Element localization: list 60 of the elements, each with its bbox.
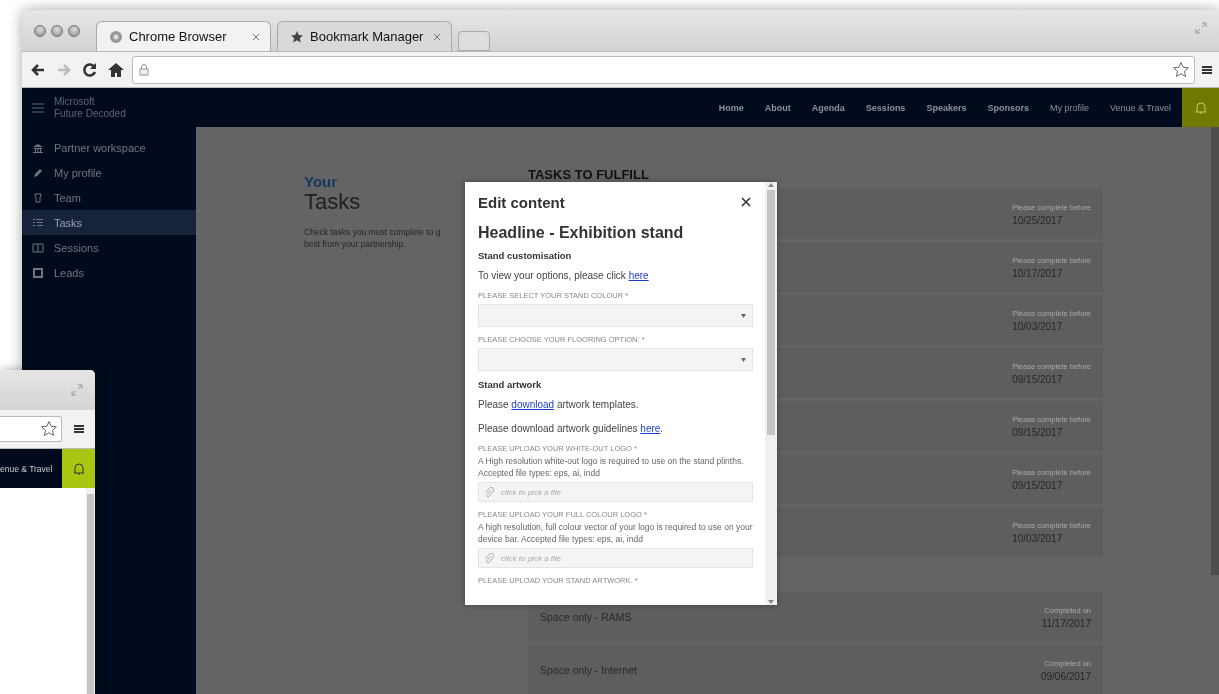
nav-link[interactable]: About: [764, 102, 791, 113]
nav-link[interactable]: Speakers: [926, 102, 967, 113]
sidebar-icon: [32, 216, 44, 229]
menu-icon[interactable]: [72, 422, 85, 435]
dropdown-field[interactable]: [478, 348, 753, 371]
address-bar[interactable]: [0, 415, 62, 442]
due-date: 10/03/2017: [1012, 320, 1064, 332]
sidebar-icon: [32, 141, 44, 154]
minimize-window-button[interactable]: [51, 24, 63, 37]
section-title: TASKS TO FULFILL: [528, 167, 649, 184]
fullscreen-icon[interactable]: [71, 383, 83, 396]
scrollbar-thumb[interactable]: [87, 494, 94, 694]
site-logo-text: Microsoft: [54, 95, 96, 108]
close-icon[interactable]: [739, 195, 753, 209]
sidebar-item[interactable]: Team: [22, 185, 196, 210]
menu-icon[interactable]: [1201, 63, 1213, 76]
page-title: Tasks: [304, 190, 361, 214]
site-logo-text: Future Decoded: [54, 107, 126, 120]
sidebar-item[interactable]: Tasks: [22, 210, 196, 235]
sidebar-item[interactable]: Sessions: [22, 235, 196, 260]
hamburger-menu-icon[interactable]: [32, 102, 44, 113]
browser-tab[interactable]: Chrome Browser: [96, 21, 271, 51]
dropdown-caret-icon: [741, 313, 746, 318]
dropdown-caret-icon: [741, 357, 746, 362]
sidebar-item[interactable]: Partner workspace: [22, 135, 196, 160]
sidebar-icon: [32, 241, 44, 254]
sidebar-item[interactable]: My profile: [22, 160, 196, 185]
scrollbar-thumb[interactable]: [767, 190, 775, 435]
nav-link[interactable]: Venue & Travel: [1109, 102, 1171, 113]
nav-link[interactable]: Agenda: [811, 102, 845, 113]
sidebar-icon: [32, 266, 44, 279]
nav-link[interactable]: Sessions: [865, 102, 906, 113]
close-window-button[interactable]: [34, 24, 46, 37]
page-kicker: Your: [304, 174, 338, 190]
due-date: 10/03/2017: [1012, 532, 1064, 544]
lock-icon: [139, 63, 149, 76]
star-icon: [290, 29, 304, 44]
zoom-window-button[interactable]: [68, 24, 80, 37]
dropdown-field[interactable]: [478, 304, 753, 327]
text-link[interactable]: here: [628, 270, 649, 281]
browser-tab[interactable]: Bookmark Manager: [277, 21, 452, 51]
file-picker-field[interactable]: click to pick a file: [478, 548, 753, 568]
sidebar-icon: [32, 191, 44, 204]
paperclip-icon: [484, 487, 494, 498]
sidebar-item[interactable]: Leads: [22, 260, 196, 285]
bookmark-star-icon[interactable]: [1172, 60, 1190, 79]
fullscreen-icon[interactable]: [1195, 22, 1207, 34]
bookmark-star-icon[interactable]: [40, 419, 58, 438]
bell-icon[interactable]: [72, 462, 85, 475]
nav-link[interactable]: enue & Travel: [0, 463, 62, 474]
nav-link[interactable]: Sponsors: [987, 102, 1029, 113]
scrollbar-thumb[interactable]: [1211, 127, 1219, 575]
paperclip-icon: [484, 553, 494, 564]
nav-link[interactable]: My profile: [1049, 102, 1089, 113]
sidebar-icon: [32, 166, 44, 179]
new-tab-button[interactable]: [458, 31, 490, 51]
scroll-down-icon[interactable]: [768, 599, 774, 605]
file-picker-field[interactable]: click to pick a file: [478, 482, 753, 502]
nav-link[interactable]: Home: [718, 102, 744, 113]
notifications-button[interactable]: [1182, 88, 1219, 127]
